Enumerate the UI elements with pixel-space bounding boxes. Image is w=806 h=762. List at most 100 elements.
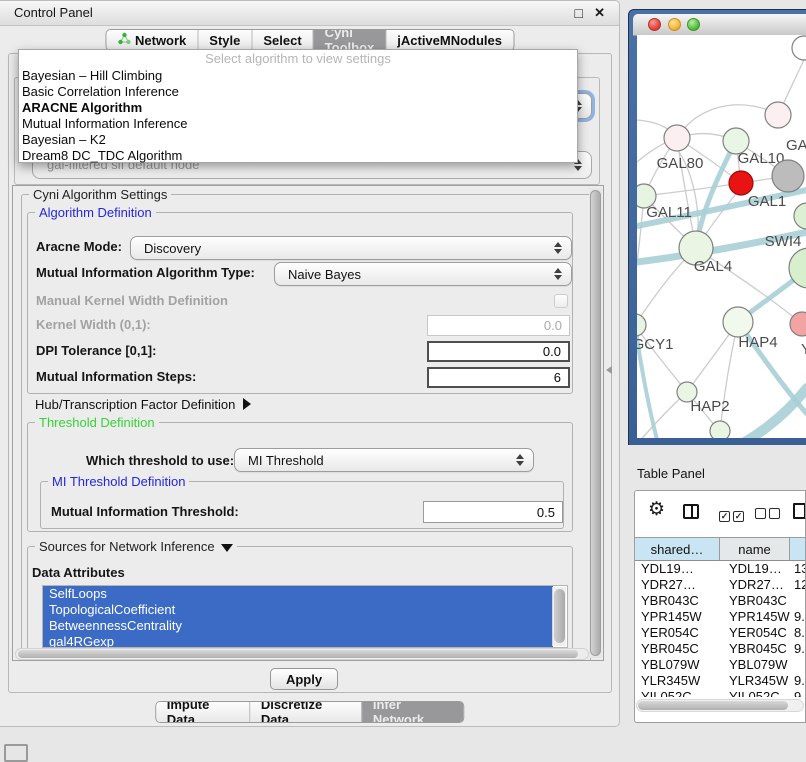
network-node[interactable] <box>792 36 806 60</box>
table-row[interactable]: YBL079WYBL079W <box>635 657 806 673</box>
scrollbar-thumb[interactable] <box>590 190 601 656</box>
table-cell[interactable]: YLR345W <box>720 673 790 689</box>
mi-threshold-field[interactable]: 0.5 <box>423 501 563 523</box>
table-cell[interactable] <box>790 593 806 609</box>
table-cell[interactable]: YDR27… <box>635 577 720 593</box>
attribute-list-item[interactable]: TopologicalCoefficient <box>43 602 553 618</box>
table-cell[interactable]: YBR043C <box>720 593 790 609</box>
network-node-gal80[interactable] <box>664 125 690 151</box>
table-cell[interactable]: YDL19… <box>720 561 790 577</box>
scrollbar-thumb[interactable] <box>638 701 788 710</box>
zoom-window-icon[interactable] <box>687 18 700 31</box>
collapsed-panel-icon[interactable] <box>4 744 28 762</box>
table-row[interactable]: YBR043CYBR043C <box>635 593 806 609</box>
minimize-window-icon[interactable] <box>668 18 681 31</box>
aracne-mode-combobox[interactable]: Discovery <box>130 236 572 260</box>
table-horizontal-scrollbar[interactable] <box>636 699 804 712</box>
export-table-icon[interactable] <box>793 503 806 519</box>
table-row[interactable]: YIL052CYIL052C9 <box>635 689 806 697</box>
table-cell[interactable]: YBL079W <box>720 657 790 673</box>
table-cell[interactable]: YBR043C <box>635 593 720 609</box>
column-view-icon[interactable] <box>683 504 699 519</box>
algorithm-option-mutual-information-inference[interactable]: Mutual Information Inference <box>19 116 577 132</box>
table-cell[interactable]: YIL052C <box>635 689 720 697</box>
deselect-all-checkboxes-icon[interactable] <box>755 506 783 524</box>
table-row[interactable]: YBR045CYBR045C9. <box>635 641 806 657</box>
scrollbar-thumb[interactable] <box>18 650 578 658</box>
attribute-list-item[interactable]: gal4RGexp <box>43 634 553 648</box>
table-cell[interactable]: 12 <box>790 577 806 593</box>
algorithm-option-bayesian-hill-climbing[interactable]: Bayesian – Hill Climbing <box>19 68 577 84</box>
settings-vertical-scrollbar[interactable] <box>589 188 602 658</box>
table-cell[interactable]: 13 <box>790 561 806 577</box>
threshold-definition-title: Threshold Definition <box>35 415 159 430</box>
column-header-name[interactable]: name <box>720 537 790 561</box>
table-cell[interactable] <box>790 657 806 673</box>
dpi-tolerance-field[interactable]: 0.0 <box>427 341 570 362</box>
algorithm-option-dream8-dc-tdc-algorithm[interactable]: Dream8 DC_TDC Algorithm <box>19 148 577 164</box>
network-canvas[interactable]: GALGAL80GAL10GAL1GAL11SWI4GAL4GCY1HAP4YH… <box>637 35 806 438</box>
close-window-icon[interactable] <box>648 18 661 31</box>
attribute-list-item[interactable]: BetweennessCentrality <box>43 618 553 634</box>
network-node-gcy1[interactable] <box>637 314 646 336</box>
which-threshold-combobox[interactable]: MI Threshold <box>234 448 534 472</box>
gear-icon[interactable]: ⚙ <box>648 500 665 520</box>
table-cell[interactable]: YLR345W <box>635 673 720 689</box>
table-cell[interactable]: YBR045C <box>720 641 790 657</box>
algorithm-option-bayesian-k2[interactable]: Bayesian – K2 <box>19 132 577 148</box>
mi-algorithm-type-combobox[interactable]: Naive Bayes <box>274 262 572 286</box>
attribute-list-item[interactable]: SelfLoops <box>43 586 553 602</box>
table-cell[interactable]: YER054C <box>720 625 790 641</box>
network-node-swi4[interactable] <box>794 203 806 229</box>
bottom-tab-label: Infer Network <box>373 701 452 723</box>
table-cell[interactable]: 9. <box>790 641 806 657</box>
sources-title[interactable]: Sources for Network Inference <box>35 539 237 554</box>
sources-group: Sources for Network Inference Data Attri… <box>27 546 573 661</box>
table-cell[interactable]: YIL052C <box>720 689 790 697</box>
select-all-checkboxes-icon[interactable]: ✓✓ <box>719 506 747 524</box>
algorithm-option-aracne-algorithm[interactable]: ARACNE Algorithm <box>19 100 577 116</box>
list-vertical-scrollbar[interactable] <box>552 587 566 646</box>
column-header-2[interactable] <box>790 537 806 561</box>
table-cell[interactable]: YBL079W <box>635 657 720 673</box>
bottom-tab-discretize-data[interactable]: Discretize Data <box>249 702 361 722</box>
network-window-titlebar[interactable] <box>633 14 806 36</box>
network-node-gal[interactable] <box>765 102 791 128</box>
mi-steps-field[interactable]: 6 <box>427 367 570 388</box>
column-header-shared[interactable]: shared… <box>635 537 720 561</box>
tab-select[interactable]: Select <box>251 30 312 50</box>
table-cell[interactable]: YDL19… <box>635 561 720 577</box>
bottom-tab-impute-data[interactable]: Impute Data <box>156 702 249 722</box>
tab-jactivemnodules[interactable]: jActiveMNodules <box>385 30 513 50</box>
tab-style[interactable]: Style <box>197 30 251 50</box>
tab-cyni-toolbox[interactable]: Cyni Toolbox <box>313 30 386 50</box>
table-cell[interactable]: YBR045C <box>635 641 720 657</box>
scrollbar-thumb[interactable] <box>554 589 565 643</box>
table-cell[interactable]: 9 <box>790 689 806 697</box>
table-cell[interactable]: 9. <box>790 673 806 689</box>
bottom-tab-infer-network[interactable]: Infer Network <box>361 702 463 722</box>
tab-network[interactable]: Network <box>106 30 197 50</box>
table-row[interactable]: YDL19…YDL19…13 <box>635 561 806 577</box>
algorithm-option-basic-correlation-inference[interactable]: Basic Correlation Inference <box>19 84 577 100</box>
table-row[interactable]: YDR27…YDR27…12 <box>635 577 806 593</box>
table-row[interactable]: YPR145WYPR145W9. <box>635 609 806 625</box>
apply-button[interactable]: Apply <box>270 668 338 690</box>
table-cell[interactable]: 8. <box>790 625 806 641</box>
table-cell[interactable]: YPR145W <box>720 609 790 625</box>
table-cell[interactable]: YDR27… <box>720 577 790 593</box>
table-row[interactable]: YLR345WYLR345W9. <box>635 673 806 689</box>
network-node-gal1[interactable] <box>729 171 753 195</box>
table-row[interactable]: YER054CYER054C8. <box>635 625 806 641</box>
panel-resize-handle[interactable] <box>606 366 612 374</box>
table-cell[interactable]: 9. <box>790 609 806 625</box>
network-node[interactable] <box>710 421 730 438</box>
network-node[interactable] <box>772 160 804 192</box>
close-panel-icon[interactable]: ✕ <box>594 6 605 20</box>
table-cell[interactable]: YER054C <box>635 625 720 641</box>
network-node-hap4[interactable] <box>723 307 753 337</box>
hub-definition-expander[interactable]: Hub/Transcription Factor Definition <box>35 396 251 414</box>
float-window-icon[interactable]: □ <box>575 6 583 20</box>
settings-horizontal-scrollbar[interactable] <box>15 648 589 660</box>
table-cell[interactable]: YPR145W <box>635 609 720 625</box>
